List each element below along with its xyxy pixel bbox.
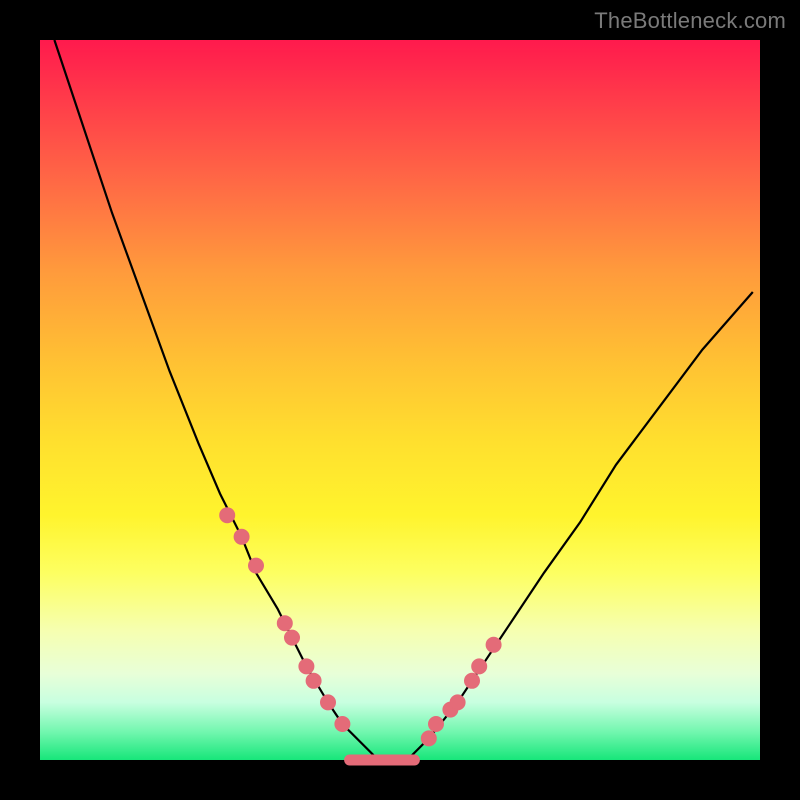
sample-point: [421, 731, 436, 746]
bottleneck-curve: [54, 40, 752, 760]
sample-point: [472, 659, 487, 674]
highlighted-points-group: [220, 508, 501, 746]
sample-point: [321, 695, 336, 710]
sample-point: [299, 659, 314, 674]
sample-point: [429, 717, 444, 732]
sample-point: [277, 616, 292, 631]
sample-point: [249, 558, 264, 573]
sample-point: [220, 508, 235, 523]
sample-point: [486, 637, 501, 652]
sample-point: [234, 529, 249, 544]
chart-svg: [40, 40, 760, 760]
sample-point: [335, 717, 350, 732]
plot-area: [40, 40, 760, 760]
watermark-text: TheBottleneck.com: [594, 8, 786, 34]
sample-point: [465, 673, 480, 688]
sample-point: [306, 673, 321, 688]
chart-frame: TheBottleneck.com: [0, 0, 800, 800]
sample-point: [285, 630, 300, 645]
sample-point: [450, 695, 465, 710]
